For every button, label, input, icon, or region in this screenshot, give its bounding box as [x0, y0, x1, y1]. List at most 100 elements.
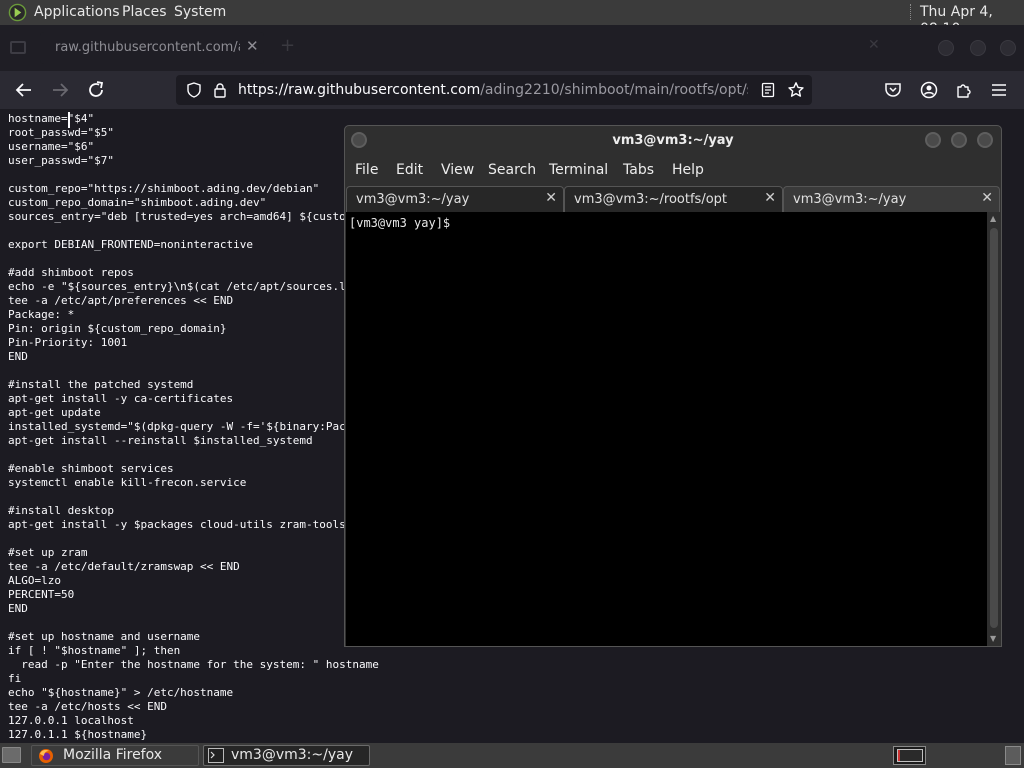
- code-line: read -p "Enter the hostname for the syst…: [8, 658, 379, 671]
- pocket-icon[interactable]: [884, 81, 902, 99]
- code-line: apt-get install --reinstall $installed_s…: [8, 434, 313, 447]
- scroll-up-icon[interactable]: ▲: [990, 214, 996, 223]
- maximize-icon[interactable]: [951, 132, 967, 148]
- url-bar[interactable]: https://raw.githubusercontent.com/ading2…: [176, 75, 812, 105]
- code-line: custom_repo="https://shimboot.ading.dev/…: [8, 182, 320, 195]
- scroll-down-icon[interactable]: ▼: [990, 634, 996, 643]
- applications-menu[interactable]: Applications: [34, 4, 120, 21]
- terminal-screen[interactable]: [vm3@vm3 yay]$: [346, 212, 987, 646]
- minimize-icon[interactable]: [925, 132, 941, 148]
- code-line: fi: [8, 672, 22, 685]
- terminal-tab-active[interactable]: vm3@vm3:~/yay ✕: [783, 186, 1000, 212]
- forward-icon[interactable]: [48, 78, 72, 102]
- code-line: hostname="$4": [8, 112, 95, 125]
- system-menu[interactable]: System: [174, 4, 226, 21]
- workspace-switcher[interactable]: [893, 746, 926, 765]
- taskbar: Mozilla Firefox vm3@vm3:~/yay: [0, 743, 1024, 768]
- terminal-tab-label: vm3@vm3:~/rootfs/opt: [574, 192, 728, 207]
- tracking-protection-shield-icon[interactable]: [186, 82, 202, 98]
- code-line: #enable shimboot services: [8, 462, 174, 475]
- url-path: /ading2210/shimboot/main/rootfs/opt/setu…: [480, 82, 748, 98]
- applications-logo-icon[interactable]: [8, 3, 27, 22]
- code-line: #add shimboot repos: [8, 266, 134, 279]
- code-line: #install the patched systemd: [8, 378, 194, 391]
- maximize-window-icon[interactable]: [970, 40, 986, 56]
- code-line: username="$6": [8, 140, 95, 153]
- menu-terminal[interactable]: Terminal: [549, 162, 608, 178]
- menu-edit[interactable]: Edit: [396, 162, 423, 178]
- close-window-icon[interactable]: [1000, 40, 1016, 56]
- code-line: sources_entry="deb [trusted=yes arch=amd…: [8, 210, 393, 223]
- close-icon[interactable]: [977, 132, 993, 148]
- menu-tabs[interactable]: Tabs: [623, 162, 654, 178]
- firefox-tab-bar: raw.githubusercontent.com/ading2210 ✕ + …: [0, 25, 1024, 71]
- terminal-tab[interactable]: vm3@vm3:~/yay ✕: [346, 186, 564, 212]
- show-desktop-icon[interactable]: [2, 747, 21, 763]
- trash-icon[interactable]: [1005, 746, 1021, 765]
- new-tab-icon[interactable]: +: [280, 35, 295, 56]
- terminal-scrollbar[interactable]: ▲ ▼: [988, 212, 1000, 646]
- code-line: echo -e "${sources_entry}\n$(cat /etc/ap…: [8, 280, 373, 293]
- menu-view[interactable]: View: [441, 162, 474, 178]
- minimize-window-icon[interactable]: [938, 40, 954, 56]
- code-line: if [ ! "$hostname" ]; then: [8, 644, 181, 657]
- terminal-icon: [208, 748, 224, 763]
- code-line: END: [8, 602, 28, 615]
- close-tab-icon[interactable]: ✕: [246, 37, 259, 55]
- account-icon[interactable]: [920, 81, 938, 99]
- code-line: custom_repo_domain="shimboot.ading.dev": [8, 196, 267, 209]
- text-cursor-icon: [68, 112, 70, 128]
- browser-tab[interactable]: raw.githubusercontent.com/ading2210 ✕: [40, 32, 264, 64]
- terminal-tab[interactable]: vm3@vm3:~/rootfs/opt ✕: [564, 186, 783, 212]
- code-line: 127.0.0.1 localhost: [8, 714, 134, 727]
- code-line: installed_systemd="$(dpkg-query -W -f='$…: [8, 420, 379, 433]
- extensions-icon[interactable]: [955, 81, 973, 99]
- terminal-titlebar[interactable]: vm3@vm3:~/yay: [345, 126, 1001, 156]
- scrollbar-thumb[interactable]: [990, 228, 998, 628]
- code-line: user_passwd="$7": [8, 154, 114, 167]
- lock-icon[interactable]: [212, 82, 228, 98]
- firefox-nav-bar: https://raw.githubusercontent.com/ading2…: [0, 71, 1024, 109]
- task-firefox[interactable]: Mozilla Firefox: [31, 745, 199, 766]
- back-icon[interactable]: [12, 78, 36, 102]
- code-line: ALGO=lzo: [8, 574, 61, 587]
- code-line: echo "${hostname}" > /etc/hostname: [8, 686, 234, 699]
- terminal-menubar: File Edit View Search Terminal Tabs Help: [345, 156, 1001, 184]
- reader-view-icon[interactable]: [760, 82, 776, 98]
- code-line: apt-get install -y ca-certificates: [8, 392, 234, 405]
- close-tab-icon[interactable]: ✕: [764, 190, 776, 206]
- hamburger-menu-icon[interactable]: [990, 81, 1008, 99]
- terminal-tab-label: vm3@vm3:~/yay: [356, 192, 470, 207]
- bookmark-star-icon[interactable]: [787, 81, 805, 99]
- shell-prompt: [vm3@vm3 yay]$: [349, 216, 458, 230]
- code-line: systemctl enable kill-frecon.service: [8, 476, 247, 489]
- menu-search[interactable]: Search: [488, 162, 536, 178]
- places-menu[interactable]: Places: [122, 4, 167, 21]
- code-line: Pin-Priority: 1001: [8, 336, 128, 349]
- reload-icon[interactable]: [84, 78, 108, 102]
- sidebar-icon[interactable]: [10, 41, 26, 54]
- menu-help[interactable]: Help: [672, 162, 704, 178]
- code-line: apt-get update: [8, 406, 101, 419]
- url-text[interactable]: https://raw.githubusercontent.com/ading2…: [238, 82, 748, 98]
- code-line: apt-get install -y $packages cloud-utils…: [8, 518, 346, 531]
- close-tab-icon[interactable]: ✕: [545, 190, 557, 206]
- close-tab-icon[interactable]: ✕: [981, 190, 993, 206]
- code-line: root_passwd="$5": [8, 126, 114, 139]
- list-all-tabs-icon[interactable]: ✕: [868, 37, 880, 53]
- firefox-icon: [39, 749, 53, 763]
- code-line: PERCENT=50: [8, 588, 75, 601]
- menu-file[interactable]: File: [355, 162, 378, 178]
- code-line: tee -a /etc/apt/preferences << END: [8, 294, 234, 307]
- task-terminal[interactable]: vm3@vm3:~/yay: [203, 745, 370, 766]
- top-panel: Applications Places System Thu Apr 4, 08…: [0, 0, 1024, 37]
- code-line: Pin: origin ${custom_repo_domain}: [8, 322, 227, 335]
- code-line: tee -a /etc/hosts << END: [8, 700, 167, 713]
